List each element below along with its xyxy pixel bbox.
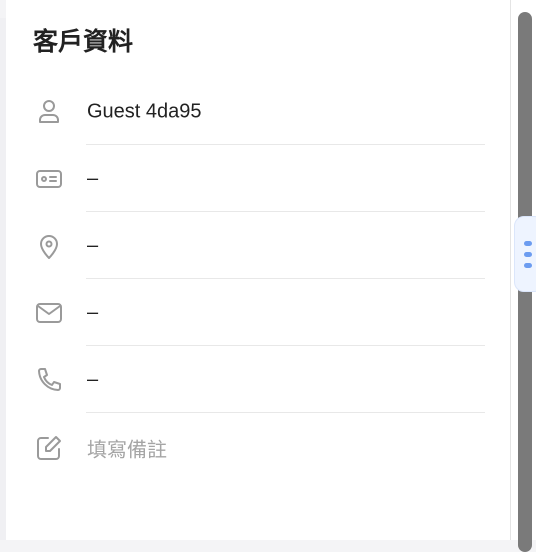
customer-info-panel: 客戶資料 Guest 4da95 – – – – 填寫備註 (6, 0, 511, 540)
customer-address: – (87, 234, 99, 256)
mail-icon (34, 298, 64, 328)
customer-note-row[interactable]: 填寫備註 (6, 414, 511, 481)
drag-handle[interactable] (514, 216, 536, 292)
location-pin-icon (34, 231, 64, 261)
customer-email-row[interactable]: – (6, 279, 511, 346)
handle-dot-icon (524, 263, 532, 268)
customer-id: – (87, 167, 99, 189)
customer-email: – (87, 301, 99, 323)
customer-name-row[interactable]: Guest 4da95 (6, 78, 511, 145)
customer-phone-row[interactable]: – (6, 346, 511, 413)
phone-icon (34, 365, 64, 395)
customer-address-row[interactable]: – (6, 212, 511, 279)
user-icon (34, 97, 64, 127)
customer-name: Guest 4da95 (87, 100, 202, 122)
panel-title: 客戶資料 (33, 28, 134, 56)
id-card-icon (34, 164, 64, 194)
handle-dot-icon (524, 241, 532, 246)
edit-note-icon (34, 433, 64, 463)
handle-dot-icon (524, 252, 532, 257)
customer-phone: – (87, 368, 99, 390)
divider (86, 412, 485, 413)
customer-id-row[interactable]: – (6, 145, 511, 212)
note-input[interactable]: 填寫備註 (87, 433, 167, 462)
